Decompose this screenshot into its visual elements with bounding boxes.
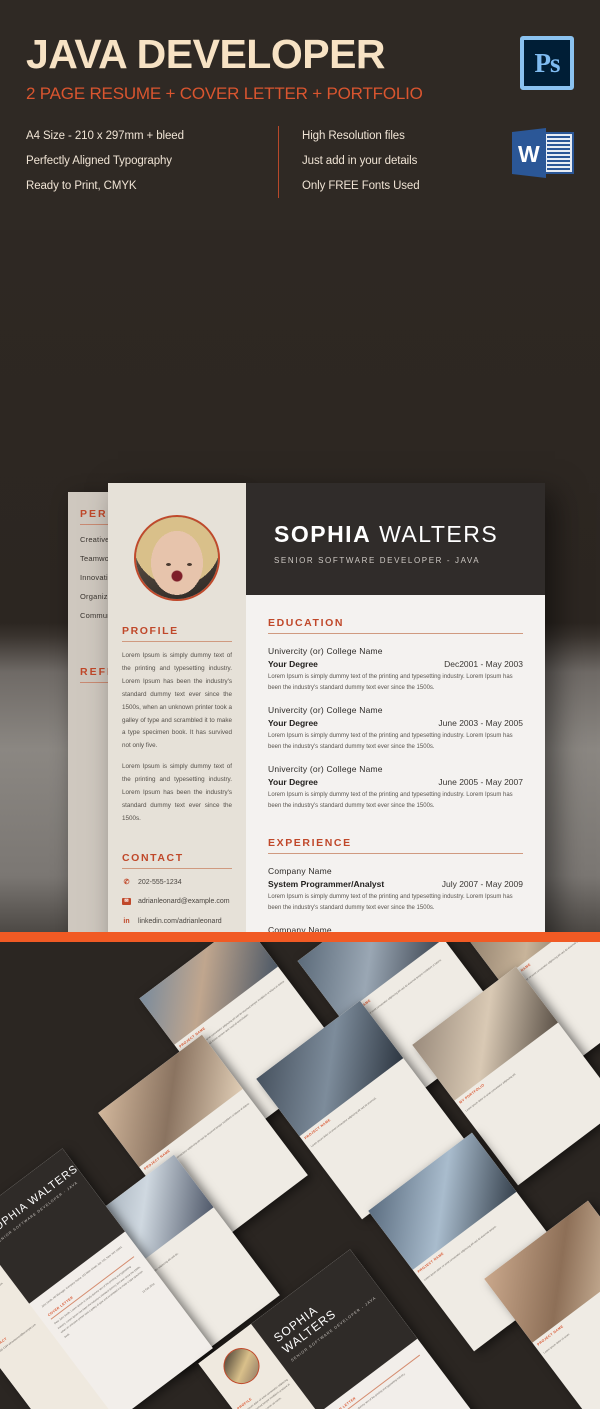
feature-item: Ready to Print, CMYK [26,180,137,192]
experience-date: July 2007 - May 2009 [441,879,523,889]
education-entry: Univercity (or) College Name Your Degree… [268,705,523,752]
feature-column-right: High Resolution files Just add in your d… [266,130,420,192]
cover-name: SOPHIA WALTERS [0,1162,81,1239]
contact-email-text: adrianleonard@example.com [138,898,230,906]
feature-item: Just add in your details [302,155,418,167]
photoshop-icon-label: Ps [534,47,561,78]
contact-phone-text: 202-555-1234 [138,878,182,886]
page-title: JAVA DEVELOPER [26,31,386,77]
avatar-eye-right [187,563,192,566]
resume-name-banner: SOPHIA WALTERS SENIOR SOFTWARE DEVELOPER… [246,483,545,595]
resume-name: SOPHIA WALTERS [274,521,545,548]
word-icon: W [512,126,574,180]
education-date: Dec2001 - May 2003 [444,659,523,669]
feature-item: Only FREE Fonts Used [302,180,420,192]
phone-icon: ✆ [123,878,130,886]
education-title: Your Degree [268,777,318,787]
education-desc: Lorem Ipsum is simply dummy text of the … [268,792,513,809]
contact-item-phone[interactable]: ✆ 202-555-1234 [122,878,232,889]
word-icon-fold: W [512,128,546,178]
email-icon: ✉ [122,898,131,906]
resume-last-name: WALTERS [379,521,499,547]
poster-page: JAVA DEVELOPER 2 PAGE RESUME + COVER LET… [0,0,600,1409]
resume-first-name: SOPHIA [274,521,372,547]
education-desc: Lorem Ipsum is simply dummy text of the … [268,733,513,750]
page-subtitle: 2 PAGE RESUME + COVER LETTER + PORTFOLIO [26,84,423,103]
education-org: Univercity (or) College Name [268,764,383,774]
experience-desc: Lorem Ipsum is simply dummy text of the … [268,894,513,911]
resume-role: SENIOR SOFTWARE DEVELOPER - JAVA [274,556,481,565]
profile-heading: PROFILE [122,625,232,642]
education-title: Your Degree [268,718,318,728]
education-section: EDUCATION Univercity (or) College Name Y… [246,617,545,811]
photoshop-icon: Ps [520,36,574,90]
app-icon-group: Ps W [512,36,574,178]
resume-front-page: PROFILE Lorem Ipsum is simply dummy text… [108,483,545,932]
mock-name: SOPHIA WALTERS [271,1303,339,1357]
feature-item: High Resolution files [302,130,405,142]
profile-paragraph: Lorem Ipsum is simply dummy text of the … [122,652,232,750]
experience-org: Company Name [268,925,332,932]
experience-section: EXPERIENCE Company Name System Programme… [246,837,545,932]
avatar-photo [136,517,218,599]
education-heading: EDUCATION [268,617,523,634]
education-title: Your Degree [268,659,318,669]
experience-entry: Company Name Senior Programmer/Analyst J… [268,925,523,932]
profile-paragraph: Lorem Ipsum is simply dummy text of the … [122,763,232,822]
contact-section: CONTACT ✆ 202-555-1234 ✉ adrianleonard@e… [108,852,246,932]
education-org: Univercity (or) College Name [268,646,383,656]
promo-header: JAVA DEVELOPER 2 PAGE RESUME + COVER LET… [0,0,600,230]
contact-item-linkedin[interactable]: in linkedin.com/adrianleonard [122,917,232,928]
contact-item-email[interactable]: ✉ adrianleonard@example.com [122,897,232,908]
contact-linkedin-text: linkedin.com/adrianleonard [138,917,222,925]
profile-section: PROFILE Lorem Ipsum is simply dummy text… [108,625,246,826]
education-date: June 2005 - May 2007 [438,777,523,787]
avatar-eye-left [166,563,171,566]
feature-divider [278,126,279,198]
word-icon-lines [547,136,570,170]
education-entry: Univercity (or) College Name Your Degree… [268,764,523,811]
education-org: Univercity (or) College Name [268,705,383,715]
feature-item: A4 Size - 210 x 297mm + bleed [26,130,184,142]
education-entry: Univercity (or) College Name Your Degree… [268,646,523,693]
feature-list: A4 Size - 210 x 297mm + bleed Perfectly … [26,126,446,198]
resume-sidebar: PROFILE Lorem Ipsum is simply dummy text… [108,483,246,932]
contact-heading: CONTACT [122,852,232,869]
portfolio-mockup-section: PROJECT NAME Lorem ipsum dolor sit amet … [0,932,600,1409]
experience-org: Company Name [268,866,332,876]
experience-heading: EXPERIENCE [268,837,523,854]
avatar [134,515,220,601]
resume-main: SOPHIA WALTERS SENIOR SOFTWARE DEVELOPER… [246,483,545,932]
feature-item: Perfectly Aligned Typography [26,155,172,167]
word-icon-label: W [518,141,540,167]
education-date: June 2003 - May 2005 [438,718,523,728]
education-desc: Lorem Ipsum is simply dummy text of the … [268,674,513,691]
feature-column-left: A4 Size - 210 x 297mm + bleed Perfectly … [26,130,266,192]
experience-entry: Company Name System Programmer/Analyst J… [268,866,523,913]
orange-divider [0,932,600,942]
linkedin-icon: in [123,917,130,925]
resume-mockup-stage: PERSONAL Creative Teamwork Innovative Or… [0,230,600,932]
experience-title: System Programmer/Analyst [268,879,385,889]
